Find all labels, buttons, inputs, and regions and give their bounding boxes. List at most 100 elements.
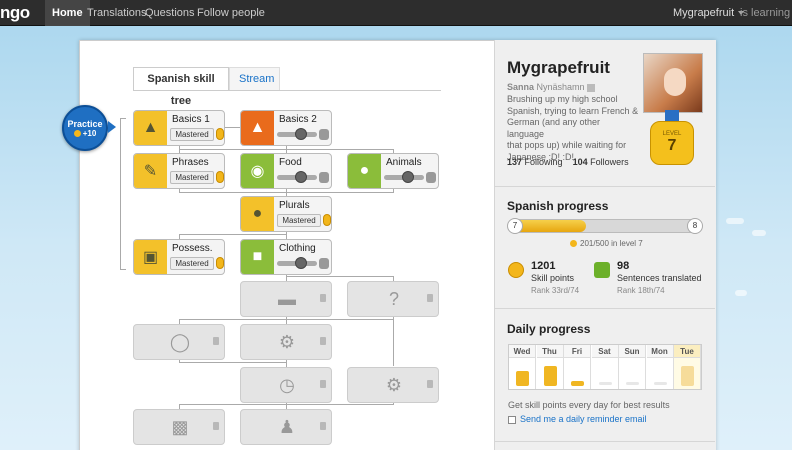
- reminder-email-toggle[interactable]: Send me a daily reminder email: [508, 414, 647, 424]
- coin-icon: [73, 130, 81, 138]
- day-label: Sat: [591, 345, 618, 358]
- locked-skill: ⚙: [347, 367, 439, 403]
- cloud-decoration: [735, 290, 747, 296]
- skill-plurals[interactable]: ● Plurals Mastered: [240, 196, 332, 232]
- duolingo-logo[interactable]: ngo: [0, 3, 30, 23]
- coin-stack-icon: [543, 366, 557, 386]
- empty-day-marker: [626, 382, 639, 385]
- sentences-label: Sentences translated: [617, 273, 702, 283]
- locked-skill: ♟: [240, 409, 332, 445]
- points-text: 201/500 in level 7: [580, 239, 643, 248]
- strength-bar: [277, 171, 317, 183]
- sentences-rank: Rank 18th/74: [617, 286, 665, 295]
- followers-count: 104: [572, 157, 588, 167]
- followers-link[interactable]: 104 Followers: [573, 157, 629, 167]
- tree-connector: [225, 127, 241, 128]
- practice-bonus: +10: [64, 129, 106, 138]
- speech-bubble-icon: ✎: [134, 154, 167, 188]
- day-column-sat: Sat: [591, 345, 619, 389]
- day-label: Mon: [646, 345, 673, 358]
- day-label: Wed: [509, 345, 535, 358]
- nav-follow-people[interactable]: Follow people: [190, 0, 272, 26]
- facebook-icon[interactable]: [587, 83, 596, 92]
- lock-icon: [213, 337, 219, 345]
- shield-icon: [426, 172, 436, 183]
- cloud-decoration: [752, 230, 766, 236]
- skill-animals[interactable]: ● Animals: [347, 153, 439, 189]
- level-number: 7: [667, 137, 677, 154]
- practice-label: Practice: [67, 119, 103, 129]
- skill-phrases[interactable]: ✎ Phrases Mastered: [133, 153, 225, 189]
- section-divider: [495, 186, 715, 187]
- skill-name: Basics 1: [172, 114, 210, 125]
- lock-icon: [320, 337, 326, 345]
- is-learning-label: is learning: [740, 7, 791, 19]
- tab-stream[interactable]: Stream: [229, 67, 280, 91]
- skill-name: Possess.: [172, 243, 213, 254]
- day-column-thu: Thu: [536, 345, 564, 389]
- section-divider: [495, 441, 715, 442]
- practice-pointer: [108, 121, 116, 133]
- reminder-label[interactable]: Send me a daily reminder email: [520, 414, 647, 424]
- locked-skill: ?: [347, 281, 439, 317]
- top-navigation-bar: ngo Home Translations Questions Follow p…: [0, 0, 792, 26]
- pizza-icon: ◉: [241, 154, 274, 188]
- bio-line: that pops up) while waiting for: [507, 140, 627, 150]
- mastered-badge: Mastered: [277, 214, 321, 227]
- coin-stack-icon: [681, 366, 694, 386]
- level-medal: LEVEL 7: [650, 121, 694, 165]
- daily-progress-grid: Wed Thu Fri Sat Sun Mon Tue: [508, 344, 702, 390]
- shirt-icon: ■: [241, 240, 274, 274]
- tree-bracket: [120, 118, 126, 270]
- first-name: Sanna: [507, 82, 535, 92]
- coin-icon: [508, 262, 524, 278]
- shield-icon: [319, 172, 329, 183]
- following-count: 137: [507, 157, 523, 167]
- day-label: Thu: [536, 345, 563, 358]
- skill-possessives[interactable]: ▣ Possess. Mastered: [133, 239, 225, 275]
- bio-line: German (and any other language: [507, 117, 601, 139]
- user-menu[interactable]: Mygrapefruit: [673, 0, 745, 26]
- strength-bar: [277, 128, 317, 140]
- daily-hint: Get skill points every day for best resu…: [508, 400, 670, 410]
- skill-name: Clothing: [279, 243, 316, 254]
- tree-connector: [179, 319, 394, 320]
- username: Mygrapefruit: [673, 7, 735, 19]
- skill-name: Basics 2: [279, 114, 317, 125]
- skill-points-value: 1201: [531, 260, 556, 272]
- day-label: Sun: [619, 345, 645, 358]
- lightbulb-icon: [323, 214, 331, 226]
- skill-clothing[interactable]: ■ Clothing: [240, 239, 332, 275]
- slider-knob: [295, 171, 307, 183]
- day-column-sun: Sun: [619, 345, 646, 389]
- strength-bar: [384, 171, 424, 183]
- section-divider: [495, 308, 715, 309]
- skill-name: Animals: [386, 157, 422, 168]
- level-progress-bar: 7 8: [507, 218, 703, 234]
- tree-connector: [179, 404, 394, 405]
- plurals-icon: ●: [241, 197, 274, 231]
- coin-stack-icon: [516, 371, 529, 386]
- slider-knob: [295, 257, 307, 269]
- followers-label: Followers: [590, 157, 629, 167]
- lock-icon: [427, 294, 433, 302]
- skill-name: Phrases: [172, 157, 209, 168]
- lock-icon: [320, 380, 326, 388]
- following-link[interactable]: 137 Following: [507, 157, 563, 167]
- tab-skill-tree[interactable]: Spanish skill tree: [133, 67, 229, 107]
- next-level-badge: 8: [687, 218, 703, 234]
- skill-basics-1[interactable]: ▲ Basics 1 Mastered: [133, 110, 225, 146]
- lightbulb-icon: [216, 171, 224, 183]
- reminder-checkbox[interactable]: [508, 415, 516, 424]
- lightbulb-icon: [216, 128, 224, 140]
- avatar[interactable]: [643, 53, 703, 113]
- daily-progress-title: Daily progress: [507, 322, 591, 336]
- shapes-icon: ▲: [241, 111, 274, 145]
- cloud-decoration: [726, 218, 744, 224]
- skill-food[interactable]: ◉ Food: [240, 153, 332, 189]
- skill-basics-2[interactable]: ▲ Basics 2: [240, 110, 332, 146]
- coin-stack-icon: [571, 381, 584, 386]
- practice-bonus-value: +10: [82, 129, 97, 138]
- skill-name: Food: [279, 157, 302, 168]
- practice-button[interactable]: Practice +10: [62, 105, 108, 151]
